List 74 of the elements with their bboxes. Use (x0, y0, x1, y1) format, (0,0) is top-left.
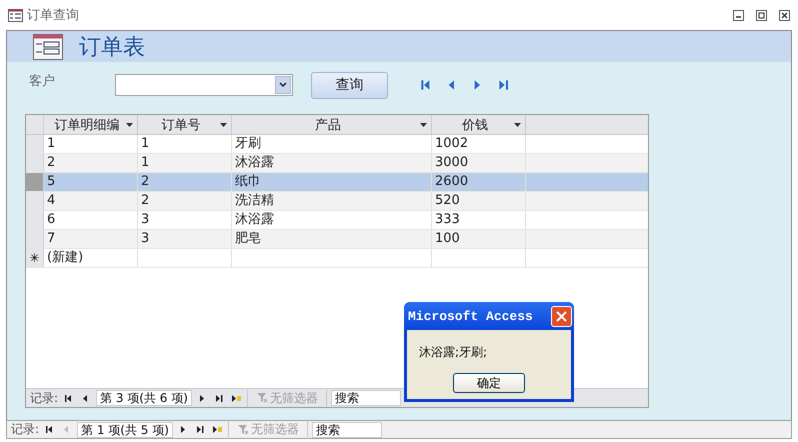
funnel-icon (236, 424, 249, 436)
table-cell: 1 (138, 154, 232, 172)
last-record-icon (498, 79, 510, 91)
record-label: 记录: (11, 421, 40, 438)
table-row[interactable]: 7 3 肥皂 100 (26, 230, 648, 249)
record-position-field[interactable]: 第 3 项(共 6 项) (96, 390, 192, 406)
first-record-icon (45, 425, 54, 434)
table-row[interactable]: 6 3 沐浴露 333 (26, 211, 648, 230)
form-icon (33, 34, 63, 60)
sort-arrow-icon (514, 122, 521, 126)
sort-arrow-icon (220, 122, 227, 126)
sort-arrow-icon (420, 122, 427, 126)
table-cell: 2 (138, 173, 232, 191)
sort-arrow-icon (126, 122, 133, 126)
new-record-cell: (新建) (44, 249, 138, 267)
table-cell: 333 (432, 211, 526, 229)
table-row[interactable]: 1 1 牙刷 1002 (26, 135, 648, 154)
first-record-icon (420, 79, 432, 91)
dialog-message: 沐浴露;牙刷; (419, 344, 488, 361)
table-cell: 沐浴露 (232, 154, 432, 172)
ok-button[interactable]: 确定 (453, 373, 525, 393)
table-cell: 2600 (432, 173, 526, 191)
table-cell: 牙刷 (232, 135, 432, 153)
table-cell: 7 (44, 230, 138, 248)
table-cell: 沐浴露 (232, 211, 432, 229)
column-header[interactable]: 订单号 (138, 115, 232, 134)
form-icon (8, 8, 23, 22)
column-header[interactable]: 订单明细编 (44, 115, 138, 134)
table-row[interactable]: 2 1 沐浴露 3000 (26, 154, 648, 173)
close-icon (556, 310, 567, 322)
customer-label: 客户 (28, 73, 56, 90)
close-icon[interactable] (779, 10, 790, 20)
new-record-button[interactable] (210, 425, 224, 434)
new-row-marker: ✳ (26, 249, 44, 267)
close-button[interactable] (551, 306, 572, 326)
last-record-icon (214, 394, 224, 402)
record-position-field[interactable]: 第 1 项(共 5 项) (77, 422, 173, 438)
table-cell: 3 (138, 230, 232, 248)
record-label: 记录: (30, 390, 58, 406)
table-cell: 1 (44, 135, 138, 153)
table-cell: 5 (44, 173, 138, 191)
table-cell: 纸巾 (232, 173, 432, 191)
chevron-down-icon (279, 82, 287, 88)
new-record-icon (232, 394, 241, 402)
table-cell: 4 (44, 192, 138, 210)
table-cell: 2 (44, 154, 138, 172)
table-cell: 520 (432, 192, 526, 210)
table-cell: 3 (138, 211, 232, 229)
first-record-icon (64, 394, 74, 402)
table-cell: 100 (432, 230, 526, 248)
column-header[interactable]: 价钱 (432, 115, 526, 134)
query-button[interactable]: 查询 (311, 72, 388, 98)
new-record-icon (212, 425, 222, 434)
table-row[interactable]: 5 2 纸巾 2600 (26, 173, 648, 192)
table-cell: 2 (138, 192, 232, 210)
new-record-button[interactable] (230, 394, 243, 402)
minimize-icon[interactable] (733, 10, 744, 20)
restore-icon[interactable] (756, 10, 767, 20)
table-row[interactable]: 4 2 洗洁精 520 (26, 192, 648, 211)
search-field[interactable]: 搜索 (330, 390, 401, 406)
search-field[interactable]: 搜索 (312, 422, 382, 438)
dropdown-button[interactable] (275, 76, 291, 94)
table-cell: 肥皂 (232, 230, 432, 248)
column-header[interactable]: 产品 (232, 115, 432, 134)
table-cell: 3000 (432, 154, 526, 172)
table-cell: 1 (138, 135, 232, 153)
form-title: 订单表 (79, 34, 145, 62)
table-cell: 洗洁精 (232, 192, 432, 210)
window-title: 订单查询 (27, 7, 80, 24)
table-cell: 6 (44, 211, 138, 229)
funnel-icon (256, 392, 268, 404)
last-record-icon (196, 425, 205, 434)
dialog-title: Microsoft Access (408, 308, 533, 324)
table-cell: 1002 (432, 135, 526, 153)
